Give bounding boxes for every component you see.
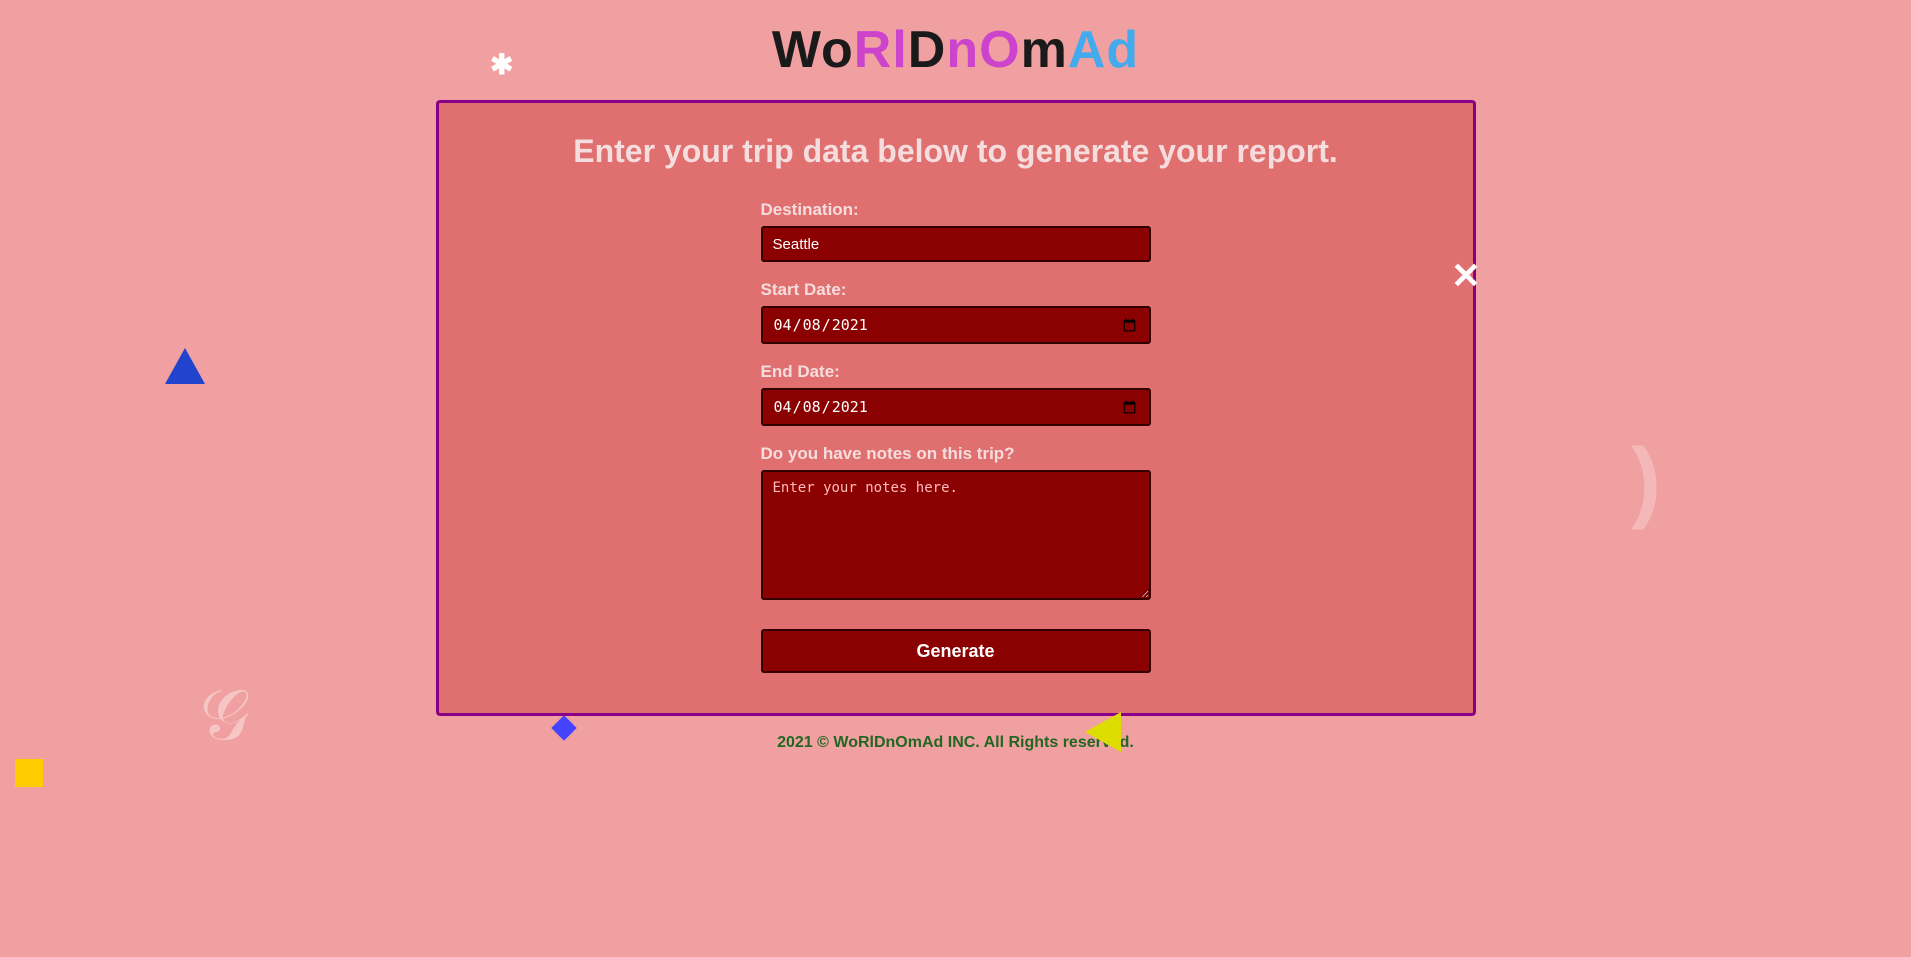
destination-input[interactable] bbox=[761, 226, 1151, 262]
end-date-field-group: End Date: bbox=[761, 362, 1151, 426]
start-date-input[interactable] bbox=[761, 306, 1151, 344]
form-inner: Destination: Start Date: End Date: Do yo… bbox=[761, 200, 1151, 673]
logo-letter: R bbox=[854, 21, 893, 79]
start-date-label: Start Date: bbox=[761, 280, 1151, 300]
logo-letter: l bbox=[892, 21, 907, 79]
logo-letter: O bbox=[979, 21, 1020, 79]
triangle-left-decoration bbox=[165, 348, 205, 384]
notes-textarea[interactable] bbox=[761, 470, 1151, 600]
logo: WoRlDnOmAd bbox=[0, 20, 1911, 80]
arc-decoration: ) bbox=[1631, 430, 1661, 533]
logo-letter: D bbox=[908, 21, 947, 79]
destination-field-group: Destination: bbox=[761, 200, 1151, 262]
logo-letter: o bbox=[821, 21, 854, 79]
logo-letter: m bbox=[1021, 21, 1068, 79]
footer-text: 2021 © WoRlDnOmAd INC. All Rights reserv… bbox=[777, 734, 1134, 751]
logo-letter: W bbox=[772, 21, 821, 79]
logo-letter: d bbox=[1106, 21, 1139, 79]
square-decoration bbox=[15, 759, 43, 787]
header: WoRlDnOmAd bbox=[0, 0, 1911, 90]
form-intro: Enter your trip data below to generate y… bbox=[439, 133, 1473, 170]
end-date-input[interactable] bbox=[761, 388, 1151, 426]
logo-letter: A bbox=[1068, 21, 1107, 79]
form-container: Enter your trip data below to generate y… bbox=[436, 100, 1476, 716]
notes-field-group: Do you have notes on this trip? bbox=[761, 444, 1151, 605]
logo-letter: n bbox=[946, 21, 979, 79]
end-date-label: End Date: bbox=[761, 362, 1151, 382]
generate-button[interactable]: Generate bbox=[761, 629, 1151, 673]
notes-label: Do you have notes on this trip? bbox=[761, 444, 1151, 464]
destination-label: Destination: bbox=[761, 200, 1151, 220]
footer: 2021 © WoRlDnOmAd INC. All Rights reserv… bbox=[0, 716, 1911, 762]
start-date-field-group: Start Date: bbox=[761, 280, 1151, 344]
